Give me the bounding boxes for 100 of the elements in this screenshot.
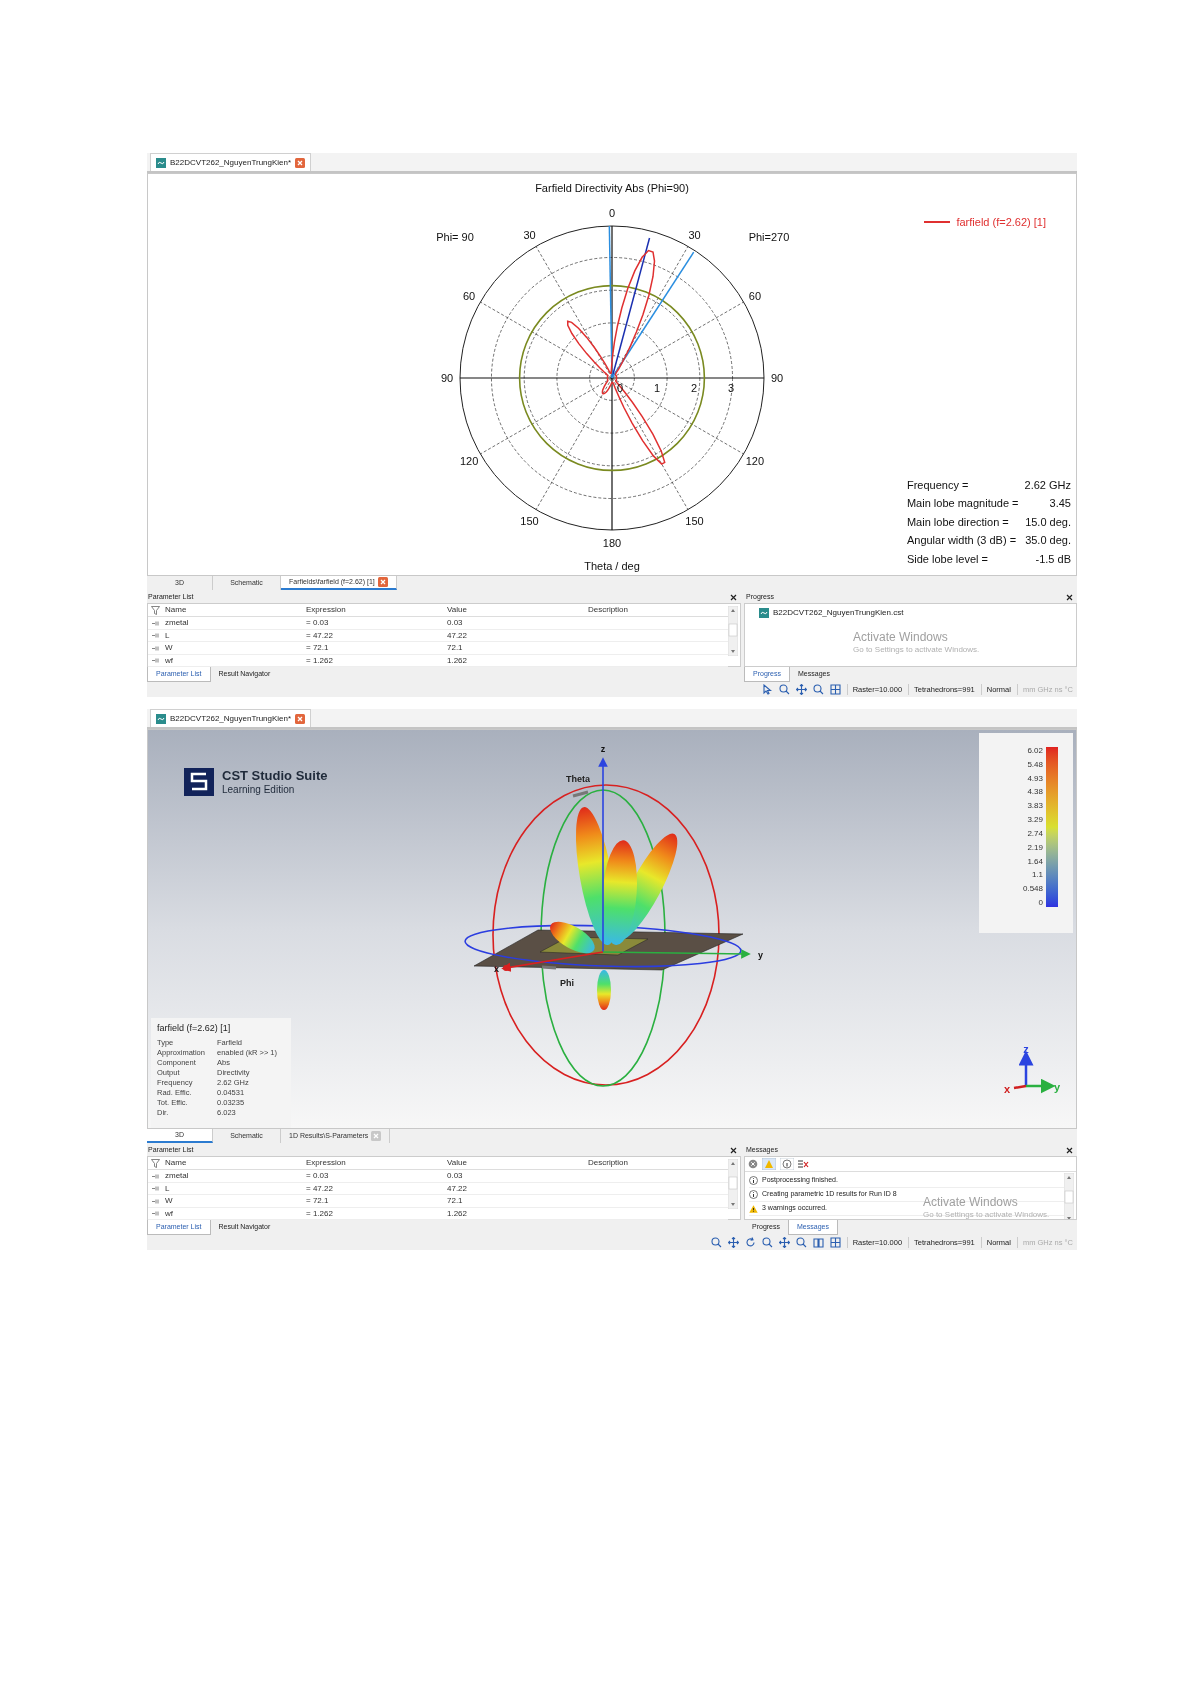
angle-label: 0 [608, 207, 616, 219]
table-cell-text: = 47.22 [306, 1182, 334, 1195]
column-header[interactable]: Description [588, 604, 728, 616]
info-label: Side lobe level = [906, 551, 989, 567]
pan-icon[interactable] [795, 684, 807, 695]
table-cell-text: wf [165, 654, 174, 667]
filter-icon[interactable] [151, 605, 160, 615]
legend-label: farfield (f=2.62) [1] [956, 215, 1046, 230]
warning-icon [749, 1204, 758, 1213]
info-title: farfield (f=2.62) [1] [157, 1022, 232, 1035]
zoom-icon[interactable] [778, 684, 790, 695]
grid-icon[interactable] [829, 1237, 841, 1248]
info-filter-icon[interactable] [780, 1158, 794, 1170]
table-cell-text: 0.03 [447, 617, 464, 629]
colorbar-tick: 5.48 [1026, 760, 1043, 769]
phi-label: Phi= 90 [436, 231, 474, 243]
angle-label: 120 [745, 454, 765, 467]
table-cell-text: 1.262 [447, 654, 469, 667]
table-cell-text: 72.1 [447, 642, 464, 654]
axis-label: Theta / deg [584, 559, 640, 574]
activation-notice-title: Activate Windows [923, 1195, 1019, 1210]
info-value: 2.62 GHz [1024, 477, 1071, 493]
colorbar-tick: 0 [1037, 898, 1043, 907]
angle-label: 90 [440, 372, 454, 384]
info-label: Main lobe magnitude = [906, 496, 1019, 511]
angle-label: 150 [685, 514, 704, 527]
axis-label: y [758, 950, 763, 960]
logo-title: CST Studio Suite [222, 768, 328, 785]
column-header[interactable]: Name [165, 604, 306, 616]
close-icon[interactable] [1066, 1147, 1073, 1154]
colorbar-tick: 1.1 [1030, 871, 1043, 880]
document-tab[interactable]: B22DCVT262_NguyenTrungKien* [150, 153, 312, 171]
parameter-icon [152, 633, 161, 638]
radial-label: 3 [727, 382, 735, 394]
radial-label: 2 [690, 382, 698, 394]
zoom-icon[interactable] [812, 684, 824, 695]
axis-label: Phi [560, 978, 574, 988]
table-cell-text: W [165, 1195, 174, 1207]
grid-icon[interactable] [829, 684, 841, 695]
pan-icon[interactable] [727, 1237, 739, 1248]
colorbar-tick: 4.93 [1026, 774, 1043, 783]
clear-list-icon[interactable] [798, 1159, 809, 1169]
radial-label: 1 [653, 382, 661, 394]
column-header[interactable]: Value [447, 604, 588, 616]
angle-label: 90 [770, 372, 784, 384]
error-filter-icon[interactable] [748, 1159, 758, 1169]
angle-label: 120 [459, 454, 479, 467]
app-icon [156, 157, 166, 168]
rotate-icon[interactable] [744, 1237, 756, 1248]
app-icon [156, 713, 166, 724]
document-tab[interactable]: B22DCVT262_NguyenTrungKien* [150, 709, 312, 727]
column-header[interactable]: Expression [306, 604, 447, 616]
info-label: Angular width (3 dB) = [906, 533, 1018, 548]
colorbar-tick: 4.38 [1026, 788, 1043, 797]
colorbar-tick: 3.29 [1026, 816, 1043, 825]
filter-icon[interactable] [151, 1158, 160, 1168]
scrollbar[interactable] [1064, 1173, 1074, 1219]
zoom-icon[interactable] [710, 1237, 722, 1248]
activation-notice-title: Activate Windows [853, 630, 949, 645]
table-cell-text: = 1.262 [306, 1207, 334, 1220]
book-icon[interactable] [812, 1237, 824, 1248]
info-value: 3.45 [1048, 496, 1071, 511]
legend-line-icon [924, 221, 951, 224]
info-icon [749, 1190, 758, 1199]
colorbar-tick: 0.548 [1021, 885, 1043, 894]
colorbar-tick: 6.02 [1026, 747, 1043, 755]
colorbar-tick: 2.19 [1026, 843, 1043, 852]
info-value: -1.5 dB [1034, 551, 1071, 567]
angle-label: 60 [748, 289, 761, 302]
info-label: Frequency = [906, 477, 970, 493]
axis-label: x [494, 964, 499, 974]
info-value: 35.0 deg. [1024, 533, 1071, 548]
column-header[interactable]: Description [588, 1157, 728, 1169]
pointer-icon[interactable] [761, 684, 773, 695]
table-cell-text: L [165, 629, 171, 642]
move-icon[interactable] [778, 1237, 790, 1248]
table-cell-text: = 72.1 [306, 642, 330, 654]
angle-label: 30 [688, 229, 701, 242]
angle-label: 150 [520, 514, 539, 527]
zoom-icon[interactable] [795, 1237, 807, 1248]
angle-label: 180 [602, 537, 622, 549]
column-header[interactable]: Name [165, 1157, 306, 1169]
column-header[interactable]: Value [447, 1157, 588, 1169]
scrollbar[interactable] [728, 606, 738, 656]
parameter-icon [152, 1173, 161, 1179]
column-header[interactable]: Expression [306, 1157, 447, 1169]
axis-label: x [1004, 1083, 1011, 1095]
parameter-icon [152, 645, 161, 651]
table-cell-text: 47.22 [447, 629, 469, 642]
table-cell-text: = 0.03 [306, 617, 330, 629]
close-icon[interactable] [1066, 594, 1073, 601]
scrollbar[interactable] [728, 1159, 738, 1209]
table-cell-text: = 47.22 [306, 629, 334, 642]
table-cell-text: 1.262 [447, 1207, 469, 1220]
parameter-icon [152, 658, 161, 663]
close-icon[interactable] [730, 1147, 737, 1154]
info-label: Main lobe direction = [906, 514, 1010, 530]
zoom-icon[interactable] [761, 1237, 773, 1248]
close-icon[interactable] [730, 594, 737, 601]
info-icon [749, 1176, 758, 1185]
